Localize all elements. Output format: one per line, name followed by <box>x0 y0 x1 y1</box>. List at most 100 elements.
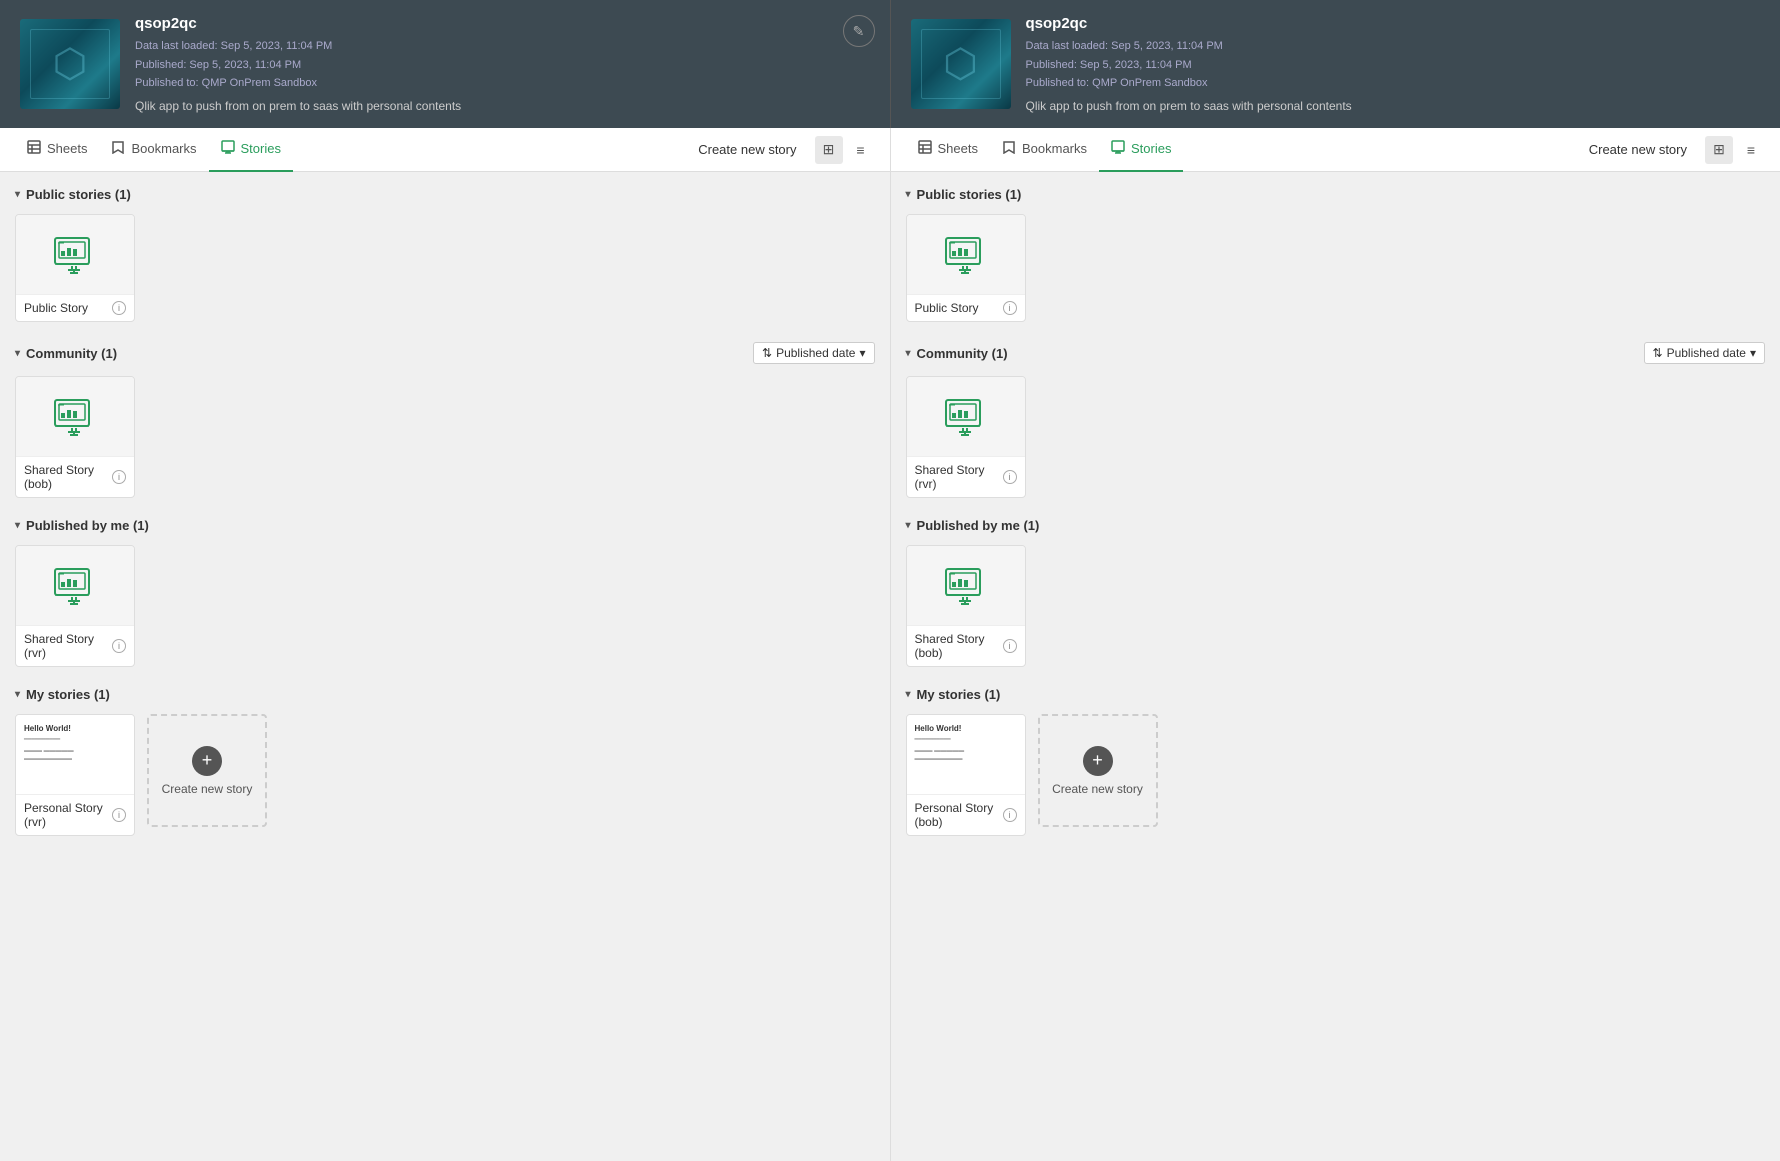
section-published-by-me: ▾ Published by me (1) Shared Story (rvr)… <box>15 518 875 667</box>
tab-bar-right: Sheets Bookmarks Stories Create new stor… <box>891 128 1780 172</box>
section-title-text: My stories (1) <box>917 687 1001 702</box>
card-label-text: Public Story <box>915 301 979 315</box>
tab-stories-left[interactable]: Stories <box>209 128 293 172</box>
info-icon[interactable]: i <box>1003 639 1017 653</box>
tab-bookmarks-left[interactable]: Bookmarks <box>99 128 208 172</box>
app-title: qsop2qc <box>135 15 870 32</box>
section-header: ▾ Public stories (1) <box>906 187 1766 202</box>
info-icon[interactable]: i <box>112 808 126 822</box>
story-card[interactable]: Shared Story (bob) i <box>15 376 135 498</box>
info-icon[interactable]: i <box>1003 470 1017 484</box>
section-public-stories: ▾ Public stories (1) Public Story i <box>906 187 1766 322</box>
sheets-label: Sheets <box>938 141 978 156</box>
card-label-text: Public Story <box>24 301 88 315</box>
info-icon[interactable]: i <box>112 470 126 484</box>
story-card[interactable]: Shared Story (bob) i <box>906 545 1026 667</box>
bookmarks-label: Bookmarks <box>131 141 196 156</box>
section-title[interactable]: ▾ Community (1) <box>15 346 117 361</box>
story-card[interactable]: Public Story i <box>15 214 135 322</box>
sort-button[interactable]: ⇅ Published date ▾ <box>1644 342 1766 364</box>
section-header: ▾ My stories (1) <box>15 687 875 702</box>
section-title-text: My stories (1) <box>26 687 110 702</box>
section-header: ▾ Community (1) ⇅ Published date ▾ <box>906 342 1766 364</box>
section-title[interactable]: ▾ My stories (1) <box>15 687 110 702</box>
create-new-story-button[interactable]: Create new story <box>1581 138 1695 161</box>
section-title-text: Published by me (1) <box>26 518 149 533</box>
tab-stories-right[interactable]: Stories <box>1099 128 1183 172</box>
section-title[interactable]: ▾ Public stories (1) <box>906 187 1022 202</box>
story-card[interactable]: Hello World! ━━━━━━━━━━ ▬▬▬ ▬▬▬▬▬ ▬▬▬▬▬▬… <box>15 714 135 836</box>
info-icon[interactable]: i <box>1003 301 1017 315</box>
card-label-text: Shared Story (bob) <box>24 463 112 491</box>
card-label-text: Personal Story (bob) <box>915 801 1003 829</box>
stories-label: Stories <box>1131 141 1171 156</box>
grid-view-button[interactable]: ⊞ <box>1705 136 1733 164</box>
story-card[interactable]: Shared Story (rvr) i <box>906 376 1026 498</box>
panel-content-left: ▾ Public stories (1) Public Story i <box>0 172 890 1161</box>
story-card[interactable]: Shared Story (rvr) i <box>15 545 135 667</box>
chevron-down-icon: ▾ <box>15 348 20 359</box>
tab-bookmarks-right[interactable]: Bookmarks <box>990 128 1099 172</box>
sort-chevron-icon: ▾ <box>1750 346 1756 360</box>
card-thumbnail <box>907 215 1025 295</box>
section-title-text: Community (1) <box>26 346 117 361</box>
story-card[interactable]: Public Story i <box>906 214 1026 322</box>
section-title[interactable]: ▾ Community (1) <box>906 346 1008 361</box>
tab-sheets-right[interactable]: Sheets <box>906 128 990 172</box>
create-new-story-card[interactable]: + Create new story <box>147 714 267 827</box>
sheets-icon <box>27 140 41 157</box>
chevron-down-icon: ▾ <box>15 189 20 200</box>
section-title[interactable]: ▾ Public stories (1) <box>15 187 131 202</box>
section-header: ▾ Public stories (1) <box>15 187 875 202</box>
data-last-loaded: Data last loaded: Sep 5, 2023, 11:04 PM <box>135 37 870 56</box>
grid-view-button[interactable]: ⊞ <box>815 136 843 164</box>
info-icon[interactable]: i <box>1003 808 1017 822</box>
card-thumbnail <box>907 546 1025 626</box>
section-public-stories: ▾ Public stories (1) Public Story i <box>15 187 875 322</box>
chevron-down-icon: ▾ <box>906 689 911 700</box>
section-my-stories: ▾ My stories (1) Hello World! ━━━━━━━━━━… <box>15 687 875 836</box>
sort-button[interactable]: ⇅ Published date ▾ <box>753 342 875 364</box>
story-card[interactable]: Hello World! ━━━━━━━━━━ ▬▬▬ ▬▬▬▬▬ ▬▬▬▬▬▬… <box>906 714 1026 836</box>
section-community: ▾ Community (1) ⇅ Published date ▾ <box>906 342 1766 498</box>
published-date: Published: Sep 5, 2023, 11:04 PM <box>1026 56 1761 75</box>
card-label-text: Shared Story (bob) <box>915 632 1003 660</box>
chevron-down-icon: ▾ <box>906 348 911 359</box>
app-thumbnail <box>911 19 1011 109</box>
tab-sheets-left[interactable]: Sheets <box>15 128 99 172</box>
card-thumbnail <box>16 546 134 626</box>
create-card-label: Create new story <box>1052 782 1143 796</box>
stories-icon <box>221 140 235 157</box>
chevron-down-icon: ▾ <box>15 520 20 531</box>
card-label-row: Public Story i <box>907 295 1025 321</box>
section-title[interactable]: ▾ My stories (1) <box>906 687 1001 702</box>
section-title[interactable]: ▾ Published by me (1) <box>906 518 1040 533</box>
cards-grid: Shared Story (rvr) i <box>906 376 1766 498</box>
card-label-row: Shared Story (rvr) i <box>16 626 134 666</box>
view-toggle: ⊞ ≡ <box>815 136 875 164</box>
app-info: qsop2qc Data last loaded: Sep 5, 2023, 1… <box>1026 15 1761 113</box>
create-new-story-card[interactable]: + Create new story <box>1038 714 1158 827</box>
list-view-button[interactable]: ≡ <box>847 136 875 164</box>
cards-grid: Hello World! ━━━━━━━━━━ ▬▬▬ ▬▬▬▬▬ ▬▬▬▬▬▬… <box>15 714 875 836</box>
create-new-story-button[interactable]: Create new story <box>690 138 804 161</box>
card-label-text: Personal Story (rvr) <box>24 801 112 829</box>
list-view-button[interactable]: ≡ <box>1737 136 1765 164</box>
tab-bar-left: Sheets Bookmarks Stories Create new stor… <box>0 128 890 172</box>
section-header: ▾ Published by me (1) <box>906 518 1766 533</box>
info-icon[interactable]: i <box>112 639 126 653</box>
section-header: ▾ Published by me (1) <box>15 518 875 533</box>
sort-chevron-icon: ▾ <box>859 346 865 360</box>
sort-label: Published date <box>776 346 855 360</box>
app-thumbnail <box>20 19 120 109</box>
plus-icon: + <box>1083 746 1113 776</box>
info-icon[interactable]: i <box>112 301 126 315</box>
sort-label: Published date <box>1667 346 1746 360</box>
plus-icon: + <box>192 746 222 776</box>
section-title[interactable]: ▾ Published by me (1) <box>15 518 149 533</box>
edit-button[interactable]: ✎ <box>843 15 875 47</box>
section-title-text: Community (1) <box>917 346 1008 361</box>
stories-label: Stories <box>241 141 281 156</box>
section-header: ▾ My stories (1) <box>906 687 1766 702</box>
chevron-down-icon: ▾ <box>906 520 911 531</box>
